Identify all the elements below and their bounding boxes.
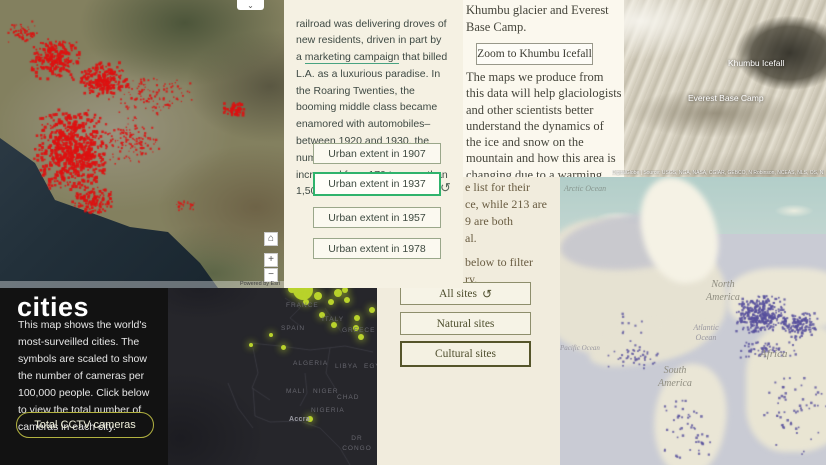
pacific-ocean-label: Pacific Ocean	[560, 344, 600, 352]
everest-section: Khumbu glacier and Everest Base Camp. Zo…	[463, 0, 826, 177]
camera-city-dot[interactable]	[358, 334, 364, 340]
camera-city-dot[interactable]	[354, 315, 360, 321]
zoom-in-button[interactable]: +	[264, 253, 278, 267]
camera-city-dot[interactable]	[344, 297, 350, 303]
camera-city-dot[interactable]	[314, 292, 322, 300]
accra-label: Accra	[289, 416, 310, 423]
zoom-to-khumbu-icefall-button[interactable]: Zoom to Khumbu Icefall	[476, 43, 593, 65]
camera-city-dot[interactable]	[328, 299, 334, 305]
everest-intro-text: Khumbu glacier and Everest Base Camp.	[466, 3, 609, 34]
camera-city-dot[interactable]	[369, 307, 375, 313]
urban-extent-1978-button[interactable]: Urban extent in 1978	[313, 238, 441, 259]
natural-sites-label: Natural sites	[436, 317, 495, 330]
reset-icon: ↺	[440, 180, 451, 195]
urban-extent-1957-button[interactable]: Urban extent in 1957	[313, 207, 441, 228]
south-america-label: South America	[658, 365, 692, 389]
egypt-label: EGYPT	[364, 363, 377, 370]
all-sites-label: All sites	[438, 287, 477, 300]
sites-text-fragment: e list for their	[465, 180, 530, 194]
libya-label: LIBYA	[335, 363, 358, 370]
heritage-sites-dots	[560, 176, 826, 465]
marketing-campaign-link[interactable]: marketing campaign	[304, 51, 400, 65]
nigeria-label: NIGERIA	[311, 407, 345, 414]
imagery-attribution: DigitalGlobe | Source: USGS, NGA, NASA, …	[612, 170, 824, 176]
mali-label: MALI	[286, 388, 306, 395]
zoom-out-button[interactable]: −	[264, 268, 278, 282]
africa-label: Africa	[760, 348, 788, 360]
la-side-panel: railroad was delivering droves of new re…	[284, 0, 463, 288]
sites-text-fragment: ce, while 213 are	[465, 197, 547, 211]
camera-city-dot[interactable]	[269, 333, 273, 337]
atlantic-ocean-label: Atlantic Ocean	[693, 323, 719, 343]
camera-city-dot[interactable]	[249, 343, 253, 347]
heritage-world-map[interactable]: Arctic Ocean North America Pacific Ocean…	[560, 176, 826, 465]
everest-side-panel: Khumbu glacier and Everest Base Camp. Zo…	[463, 0, 624, 177]
france-label: FRANCE	[286, 302, 319, 309]
greece-label: GREECE	[342, 327, 376, 334]
la-satellite-map[interactable]: ⌄ ⌂ + − Powered by Esri	[0, 0, 284, 288]
urban-extent-1937-button[interactable]: Urban extent in 1937	[313, 172, 441, 196]
cultural-sites-button[interactable]: Cultural sites	[400, 341, 531, 367]
urban-extent-1907-button[interactable]: Urban extent in 1907	[313, 143, 441, 164]
la-urban-growth-section: ⌄ ⌂ + − Powered by Esri railroad was del…	[0, 0, 463, 288]
urban-extent-red-overlay	[0, 0, 284, 288]
map-attribution: Powered by Esri	[0, 281, 284, 288]
natural-sites-button[interactable]: Natural sites	[400, 312, 531, 335]
camera-city-dot[interactable]	[280, 344, 286, 350]
arctic-ocean-label: Arctic Ocean	[564, 184, 607, 193]
sites-text-fragment: al.	[465, 231, 477, 245]
camera-city-dot[interactable]	[334, 289, 342, 297]
north-america-label: North America	[706, 279, 740, 303]
total-cctv-cameras-button[interactable]: Total CCTV cameras	[16, 412, 154, 438]
reset-icon: ↺	[481, 286, 493, 301]
khumbu-icefall-label: Khumbu Icefall	[728, 58, 785, 68]
niger-label: NIGER	[313, 388, 339, 395]
algeria-label: ALGERIA	[293, 360, 329, 367]
everest-body-text: The maps we produce from this data will …	[466, 70, 622, 177]
spain-label: SPAIN	[281, 325, 306, 332]
sites-text-fragment: below to filter	[465, 255, 533, 269]
home-extent-button[interactable]: ⌂	[264, 232, 278, 246]
storymaps-collage: e list for their ce, while 213 are 9 are…	[0, 0, 826, 465]
everest-base-camp-label: Everest Base Camp	[688, 93, 764, 103]
italy-label: ITALY	[322, 316, 345, 323]
cctv-side-panel: cities This map shows the world's most-s…	[0, 288, 168, 465]
sites-text-fragment: 9 are both	[465, 214, 513, 228]
dr-congo-label: DR CONGO	[342, 435, 372, 452]
cctv-cities-section: cities This map shows the world's most-s…	[0, 288, 377, 465]
chad-label: CHAD	[337, 394, 360, 401]
glacier-satellite-image[interactable]: Khumbu Icefall Everest Base Camp Digital…	[612, 0, 826, 177]
collapse-panel-button[interactable]: ⌄	[237, 0, 264, 10]
cultural-sites-label: Cultural sites	[434, 348, 496, 360]
